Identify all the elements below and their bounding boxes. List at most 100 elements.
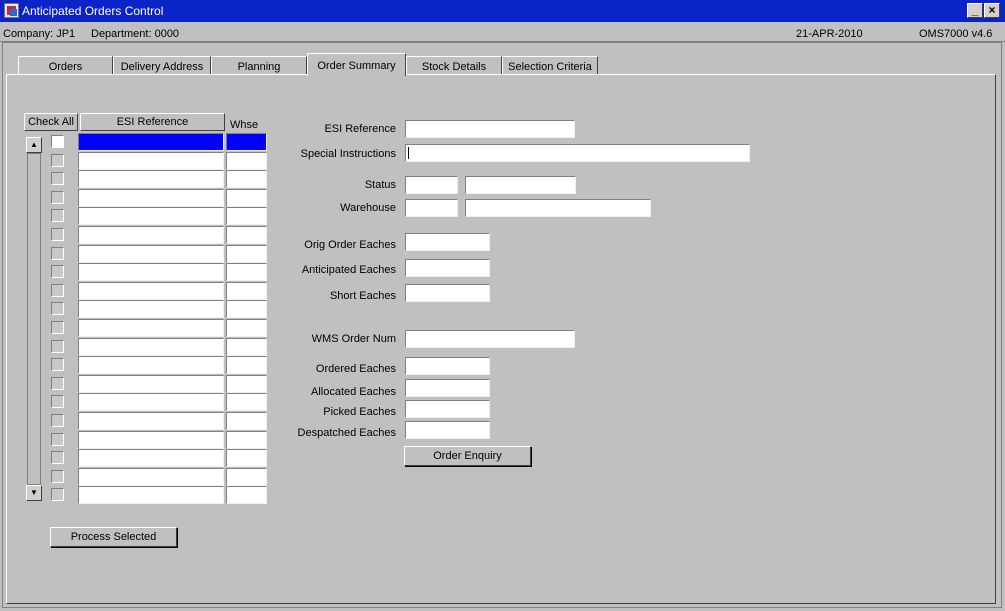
- esi-reference-header[interactable]: ESI Reference: [80, 113, 225, 131]
- tab-orders[interactable]: Orders: [18, 56, 113, 75]
- esi-reference-cell[interactable]: [78, 282, 224, 300]
- row-checkbox[interactable]: [51, 191, 64, 204]
- row-checkbox[interactable]: [51, 488, 64, 501]
- row-checkbox[interactable]: [51, 377, 64, 390]
- esi-reference-cell[interactable]: [78, 468, 224, 486]
- esi-reference-cell[interactable]: [78, 170, 224, 188]
- row-checkbox[interactable]: [51, 135, 64, 148]
- esi-reference-cell[interactable]: [78, 486, 224, 504]
- esi-reference-cell[interactable]: [78, 226, 224, 244]
- company-label: Company: JP1: [3, 28, 76, 40]
- warehouse-desc-field[interactable]: [465, 199, 651, 217]
- row-checkbox[interactable]: [51, 470, 64, 483]
- row-checkbox[interactable]: [51, 395, 64, 408]
- row-checkbox[interactable]: [51, 414, 64, 427]
- row-checkbox[interactable]: [51, 284, 64, 297]
- whse-cell[interactable]: [226, 245, 267, 263]
- whse-cell[interactable]: [226, 133, 267, 151]
- orig-order-eaches-field[interactable]: [405, 233, 490, 251]
- despatched-eaches-field[interactable]: [405, 421, 490, 439]
- esi-reference-cell[interactable]: [78, 263, 224, 281]
- whse-cell[interactable]: [226, 431, 267, 449]
- tab-selection-criteria[interactable]: Selection Criteria: [502, 56, 598, 75]
- whse-cell[interactable]: [226, 226, 267, 244]
- date-label: 21-APR-2010: [796, 28, 863, 40]
- row-checkbox[interactable]: [51, 451, 64, 464]
- row-checkbox[interactable]: [51, 265, 64, 278]
- esi-reference-cell[interactable]: [78, 449, 224, 467]
- tab-stock-details[interactable]: Stock Details: [406, 56, 502, 75]
- whse-cell[interactable]: [226, 468, 267, 486]
- status-bar: Company: JP1 Department: 0000 21-APR-201…: [0, 22, 1005, 42]
- esi-reference-cell[interactable]: [78, 431, 224, 449]
- row-checkbox[interactable]: [51, 302, 64, 315]
- whse-cell[interactable]: [226, 449, 267, 467]
- esi-reference-cell[interactable]: [78, 245, 224, 263]
- esi-reference-cell[interactable]: [78, 412, 224, 430]
- whse-cell[interactable]: [226, 152, 267, 170]
- row-checkbox[interactable]: [51, 172, 64, 185]
- tab-order-summary[interactable]: Order Summary: [307, 53, 406, 76]
- whse-cell[interactable]: [226, 393, 267, 411]
- warehouse-code-field[interactable]: [405, 199, 458, 217]
- list-scrollbar[interactable]: ▲ ▼: [24, 135, 44, 503]
- scroll-up-icon[interactable]: ▲: [26, 137, 42, 153]
- whse-cell[interactable]: [226, 170, 267, 188]
- tab-delivery-address[interactable]: Delivery Address: [113, 56, 211, 75]
- whse-cell[interactable]: [226, 319, 267, 337]
- whse-cell[interactable]: [226, 375, 267, 393]
- esi-reference-cell[interactable]: [78, 133, 224, 151]
- anticipated-eaches-field[interactable]: [405, 259, 490, 277]
- whse-cell[interactable]: [226, 263, 267, 281]
- status-code-field[interactable]: [405, 176, 458, 194]
- whse-cell[interactable]: [226, 282, 267, 300]
- close-button[interactable]: ×: [984, 3, 1000, 18]
- esi-reference-cell[interactable]: [78, 300, 224, 318]
- whse-cell[interactable]: [226, 300, 267, 318]
- row-checkbox[interactable]: [51, 209, 64, 222]
- row-checkbox[interactable]: [51, 358, 64, 371]
- title-bar: Anticipated Orders Control _ ×: [0, 0, 1005, 22]
- process-selected-button[interactable]: Process Selected: [50, 527, 177, 547]
- row-checkbox[interactable]: [51, 228, 64, 241]
- short-eaches-label: Short Eaches: [329, 290, 396, 302]
- app-icon: [4, 3, 19, 18]
- allocated-eaches-field[interactable]: [405, 379, 490, 397]
- minimize-button[interactable]: _: [967, 3, 983, 18]
- esi-reference-cell[interactable]: [78, 338, 224, 356]
- order-enquiry-button[interactable]: Order Enquiry: [404, 446, 531, 466]
- orig-order-eaches-label: Orig Order Eaches: [304, 239, 396, 251]
- whse-cell[interactable]: [226, 207, 267, 225]
- warehouse-label: Warehouse: [340, 202, 396, 214]
- esi-reference-field[interactable]: [405, 120, 575, 138]
- whse-cell[interactable]: [226, 189, 267, 207]
- row-checkbox[interactable]: [51, 433, 64, 446]
- esi-reference-cell[interactable]: [78, 375, 224, 393]
- row-checkbox[interactable]: [51, 154, 64, 167]
- esi-reference-cell[interactable]: [78, 356, 224, 374]
- whse-cell[interactable]: [226, 486, 267, 504]
- short-eaches-field[interactable]: [405, 284, 490, 302]
- esi-reference-cell[interactable]: [78, 319, 224, 337]
- row-checkbox[interactable]: [51, 321, 64, 334]
- status-desc-field[interactable]: [465, 176, 576, 194]
- ordered-eaches-field[interactable]: [405, 357, 490, 375]
- scroll-down-icon[interactable]: ▼: [26, 485, 42, 501]
- version-label: OMS7000 v4.6: [919, 28, 993, 40]
- esi-reference-cell[interactable]: [78, 152, 224, 170]
- row-checkbox[interactable]: [51, 247, 64, 260]
- row-checkbox[interactable]: [51, 340, 64, 353]
- special-instructions-field[interactable]: [405, 144, 750, 162]
- text-cursor: [408, 147, 409, 159]
- wms-order-num-field[interactable]: [405, 330, 575, 348]
- whse-cell[interactable]: [226, 356, 267, 374]
- check-all-button[interactable]: Check All: [24, 113, 78, 131]
- whse-cell[interactable]: [226, 412, 267, 430]
- picked-eaches-field[interactable]: [405, 400, 490, 418]
- whse-cell[interactable]: [226, 338, 267, 356]
- scroll-track[interactable]: [27, 153, 41, 485]
- tab-planning[interactable]: Planning: [211, 56, 307, 75]
- esi-reference-cell[interactable]: [78, 207, 224, 225]
- esi-reference-cell[interactable]: [78, 393, 224, 411]
- esi-reference-cell[interactable]: [78, 189, 224, 207]
